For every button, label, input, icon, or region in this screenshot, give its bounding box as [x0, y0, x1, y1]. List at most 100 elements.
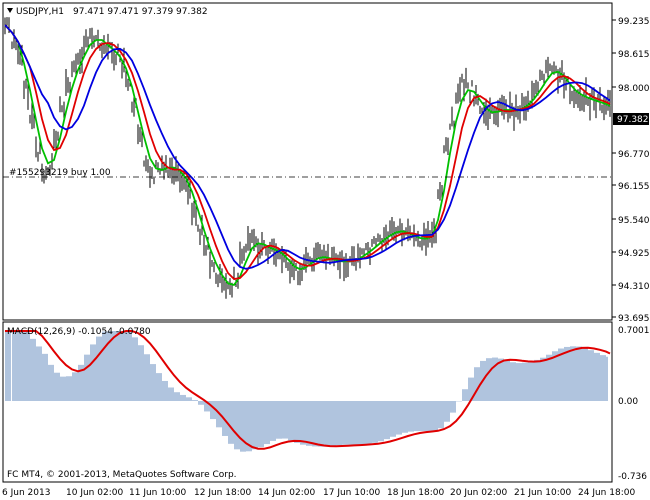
macd-histogram-bar [520, 363, 522, 401]
macd-histogram-bar [46, 353, 48, 401]
triangle-down-icon[interactable] [7, 8, 13, 13]
macd-histogram-bar [32, 338, 34, 401]
macd-histogram-bar [42, 353, 44, 401]
chart-canvas[interactable]: USDJPY,H1 97.471 97.471 97.379 97.382 #1… [0, 0, 650, 500]
macd-histogram-bar [330, 401, 332, 447]
macd-histogram-bar [26, 331, 28, 401]
macd-histogram-bar [594, 352, 596, 401]
macd-histogram-bar [242, 401, 244, 452]
macd-histogram-bar [508, 360, 510, 401]
macd-histogram-bar [408, 401, 410, 432]
macd-histogram-bar [564, 346, 566, 401]
macd-histogram-bar [342, 401, 344, 445]
macd-histogram-bar [338, 401, 340, 446]
price-label-6: 95.540 [618, 216, 650, 226]
macd-histogram-bar [322, 401, 324, 447]
macd-histogram-bar [144, 354, 146, 401]
macd-histogram-bar [454, 401, 456, 413]
time-label-5: 17 Jun 10:00 [323, 488, 380, 498]
copyright-label: FC MT4, © 2001-2013, MetaQuotes Software… [7, 470, 237, 480]
macd-histogram-bar [380, 401, 382, 442]
macd-histogram-bar [142, 345, 144, 401]
macd-histogram-bar [586, 347, 588, 401]
macd-histogram-bar [436, 401, 438, 432]
macd-histogram-bar [44, 353, 46, 401]
macd-histogram-bar [66, 376, 68, 401]
macd-histogram-bar [262, 401, 264, 447]
macd-histogram-bar [112, 331, 114, 401]
macd-histogram-bar [260, 401, 262, 447]
order-line-label: #155293219 buy 1.00 [9, 168, 111, 178]
macd-histogram-bar [346, 401, 348, 445]
macd-histogram-bar [388, 401, 390, 440]
macd-histogram-bar [226, 401, 228, 436]
macd-histogram-bar [412, 401, 414, 432]
macd-histogram-bar [288, 401, 290, 441]
macd-histogram-bar [582, 347, 584, 401]
macd-histogram-bar [308, 401, 310, 446]
macd-histogram-bar [298, 401, 300, 443]
time-label-9: 24 Jun 18:00 [578, 488, 635, 498]
macd-histogram-bar [440, 401, 442, 429]
macd-axis-top: 0.7001 [618, 326, 650, 336]
macd-histogram-bar [416, 401, 418, 432]
macd-histogram-bar [504, 360, 506, 401]
macd-histogram-bar [92, 344, 94, 401]
macd-histogram-bar [532, 361, 534, 401]
macd-histogram-bar [396, 401, 398, 435]
macd-histogram-bar [312, 401, 314, 447]
macd-histogram-bar [14, 331, 16, 401]
macd-histogram-bar [162, 380, 164, 401]
macd-histogram-bar [302, 401, 304, 445]
macd-histogram-bar [286, 401, 288, 439]
macd-histogram-bar [278, 401, 280, 439]
macd-histogram-bar [506, 360, 508, 401]
macd-histogram-bar [100, 336, 102, 401]
macd-histogram-bar [70, 376, 72, 401]
macd-histogram-bar [518, 363, 520, 401]
macd-histogram-bar [228, 401, 230, 444]
macd-histogram-bar [98, 336, 100, 401]
macd-histogram-bar [556, 351, 558, 401]
ma-slow-line [4, 24, 611, 270]
macd-histogram-bar [284, 401, 286, 439]
macd-histogram-bar [352, 401, 354, 445]
macd-histogram-bar [60, 376, 62, 401]
macd-histogram-bar [52, 364, 54, 401]
price-bars [4, 17, 611, 299]
macd-histogram-bar [36, 346, 38, 401]
macd-histogram-bar [212, 401, 214, 420]
macd-histogram-bar [234, 401, 236, 450]
macd-histogram-bar [136, 337, 138, 401]
macd-histogram-bar [96, 336, 98, 401]
macd-histogram-bar [576, 346, 578, 401]
mt4-chart-window[interactable]: USDJPY,H1 97.471 97.471 97.379 97.382 #1… [0, 0, 650, 500]
macd-histogram-bar [170, 387, 172, 401]
macd-histogram-bar [188, 397, 190, 401]
macd-axis-zero: 0.00 [618, 397, 638, 407]
time-label-0: 6 Jun 2013 [2, 488, 50, 498]
macd-histogram-bar [296, 401, 298, 443]
macd-histogram-bar [434, 401, 436, 432]
macd-histogram-bar [264, 401, 266, 445]
macd-histogram-bar [512, 362, 514, 401]
macd-histogram-bar [534, 359, 536, 401]
macd-histogram-bar [54, 372, 56, 401]
macd-histogram-bar [348, 401, 350, 445]
macd-histogram-bar [148, 354, 150, 401]
macd-histogram-bar [254, 401, 256, 450]
macd-histogram-bar [190, 397, 192, 401]
macd-histogram-bar [300, 401, 302, 445]
macd-histogram-bar [354, 401, 356, 445]
macd-histogram-bar [280, 401, 282, 439]
macd-histogram-bar [5, 331, 7, 401]
macd-histogram-bar [306, 401, 308, 446]
macd-histogram-bar [560, 348, 562, 401]
price-label-1: 98.615 [618, 50, 650, 60]
macd-histogram-bar [156, 373, 158, 401]
macd-histogram-bar [402, 401, 404, 433]
macd-histogram-bar [510, 362, 512, 401]
macd-histogram-bar [290, 401, 292, 441]
macd-histogram-bar [550, 354, 552, 401]
macd-histogram-bar [158, 373, 160, 401]
